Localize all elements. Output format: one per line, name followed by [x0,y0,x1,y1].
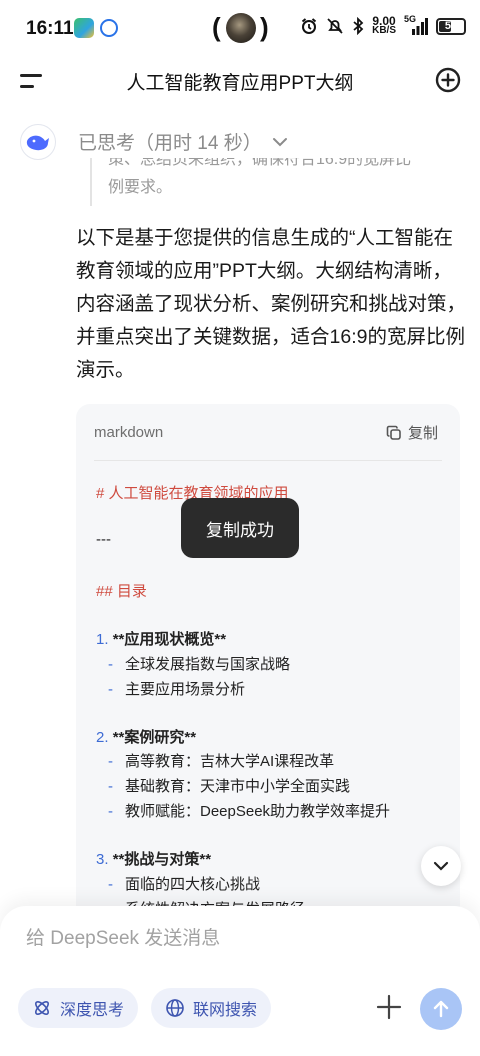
net-speed: 9.00 KB/S [372,15,396,36]
blue-app-icon [100,19,118,37]
section-number: 1. [96,631,109,648]
code-toc-heading: ## 目录 [96,583,147,600]
alarm-icon [301,18,317,34]
status-time: 16:11 [26,18,74,39]
deep-think-label: 深度思考 [60,1002,125,1019]
new-chat-icon [435,67,461,93]
code-list-item: - 教师赋能：DeepSeek助力教学效率提升 [108,803,391,820]
composer-panel: 深度思考 联网搜索 [0,906,480,1056]
copy-button[interactable]: 复制 [386,422,438,443]
status-bar: 16:11 ( ) 9.00 KB/S 5G 51 [0,0,480,56]
attach-button[interactable] [374,992,404,1022]
copy-icon [386,425,401,440]
code-section-heading: 3. **挑战与对策** [96,848,211,869]
status-paren-left: ( [212,12,221,42]
web-search-label: 联网搜索 [193,1002,258,1019]
status-paren-right: ) [260,12,269,42]
battery-level: 51 [444,20,458,32]
thought-content: 策、总结页来组织，确保符合16:9的宽屏比 例要求。 [90,158,450,206]
globe-icon [166,999,184,1017]
assistant-response: 以下是基于您提供的信息生成的“人工智能在教育领域的应用”PPT大纲。大纲结构清晰… [76,227,467,381]
battery-icon: 51 [436,17,466,35]
code-section-heading: 1. **应用现状概览** [96,628,226,649]
section-number: 3. [96,851,109,868]
new-chat-button[interactable] [434,66,462,94]
app-notification-icon [74,18,94,38]
list-item-text: 全球发展指数与国家战略 [125,656,291,673]
send-button[interactable] [420,988,462,1030]
section-number: 2. [96,729,109,746]
chevron-down-icon [433,861,449,871]
code-list-item: - 基础教育：天津市中小学全面实践 [108,778,351,795]
arrow-up-icon [433,1000,449,1018]
plus-icon [376,994,402,1020]
code-language: markdown [94,424,164,441]
section-title: **挑战与对策** [112,851,212,868]
deep-think-icon [35,1001,49,1015]
bluetooth-icon [353,17,364,35]
thought-line: 例要求。 [108,179,173,196]
chat-header: 人工智能教育应用PPT大纲 [0,56,480,104]
code-section-heading: 2. **案例研究** [96,726,196,747]
status-avatar [226,13,256,43]
code-list-item: - 高等教育：吉林大学AI课程改革 [108,753,335,770]
code-list-item: - 面临的四大核心挑战 [108,876,261,893]
code-block: markdown 复制 # 人工智能在教育领域的应用 --- ## 目录 1. … [76,404,460,964]
list-item-text: 高等教育：吉林大学AI课程改革 [125,753,335,770]
code-separator-line: --- [96,531,111,548]
net-speed-unit: KB/S [372,25,396,36]
chevron-down-icon [272,137,287,146]
code-divider [94,460,442,461]
list-item-text: 教师赋能：DeepSeek助力教学效率提升 [125,803,391,820]
chat-title: 人工智能教育应用PPT大纲 [126,73,354,94]
mute-icon [327,18,343,34]
signal-icon: 5G [404,14,428,36]
thought-label: 已思考（用时 14 秒） [78,133,262,154]
list-item-text: 主要应用场景分析 [125,681,246,698]
deepseek-avatar [20,124,56,160]
scroll-to-bottom-button[interactable] [421,846,461,886]
section-title: **案例研究** [112,729,197,746]
list-item-text: 基础教育：天津市中小学全面实践 [125,778,351,795]
copy-success-toast: 复制成功 [181,498,299,558]
section-title: **应用现状概览** [112,631,227,648]
code-list-item: - 主要应用场景分析 [108,681,246,698]
thought-toggle[interactable]: 已思考（用时 14 秒） [78,128,288,155]
list-item-text: 面临的四大核心挑战 [125,876,261,893]
message-input[interactable] [26,928,446,950]
deepseek-whale-icon [26,135,49,151]
deep-think-button[interactable]: 深度思考 [18,988,139,1028]
thought-line: 策、总结页来组织，确保符合16:9的宽屏比 [108,158,412,168]
web-search-button[interactable]: 联网搜索 [151,988,272,1028]
status-right-group: 9.00 KB/S 5G 51 [300,14,466,36]
copy-label: 复制 [407,425,438,442]
code-list-item: - 全球发展指数与国家战略 [108,656,291,673]
